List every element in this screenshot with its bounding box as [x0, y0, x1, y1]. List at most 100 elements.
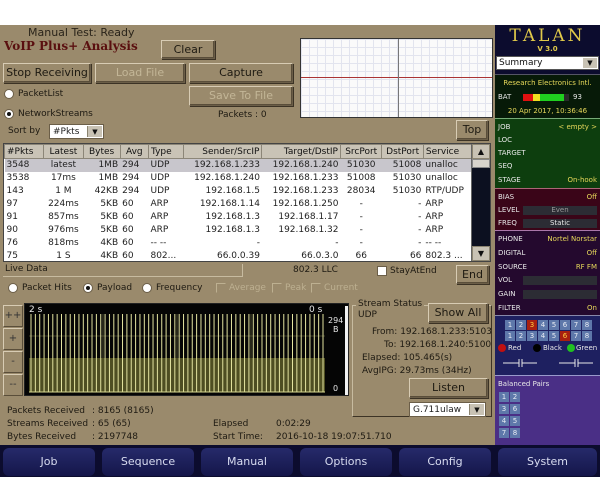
table-row[interactable]: 75 1 S 4KB 60 802... 66.0.0.39 66.0.3.0 66 66 802… — [5, 250, 472, 261]
cell-bytes: 5KB — [100, 212, 119, 222]
peak-checkbox[interactable]: Peak — [272, 283, 306, 293]
radio-dot — [4, 89, 14, 99]
nav-sequence[interactable]: Sequence — [102, 448, 194, 476]
balanced-pair-pin[interactable]: 1 — [499, 392, 509, 402]
pin-row1-5[interactable]: 5 — [549, 320, 559, 330]
pin-row2-1[interactable]: 1 — [505, 331, 515, 341]
col-dstport[interactable]: DstPort — [381, 144, 424, 159]
mini-graph — [300, 38, 493, 118]
packets-count: Packets : 0 — [218, 110, 267, 120]
clear-button[interactable]: Clear — [161, 40, 215, 59]
stay-at-end-checkbox[interactable]: StayAtEnd — [377, 266, 437, 276]
zoom-in-button[interactable]: + — [3, 328, 23, 350]
pin-row1-1[interactable]: 1 — [505, 320, 515, 330]
pin-row1-3[interactable]: 3 — [527, 320, 537, 330]
pin-row1-2[interactable]: 2 — [516, 320, 526, 330]
show-all-button[interactable]: Show All — [428, 303, 488, 323]
nav-config[interactable]: Config — [399, 448, 491, 476]
codec-select[interactable]: G.711ulaw ▼ — [409, 402, 486, 417]
balanced-pair-pin[interactable]: 3 — [499, 404, 509, 414]
cell-dstport: 66 — [409, 251, 422, 261]
table-row[interactable]: 91 857ms 5KB 60 ARP 192.168.1.3 192.168.1.17 - -… — [5, 211, 472, 224]
col-pkts[interactable]: #Pkts — [4, 144, 45, 159]
pin-row1-8[interactable]: 8 — [582, 320, 592, 330]
average-checkbox[interactable]: Average — [216, 283, 266, 293]
balanced-pair-pin[interactable]: 7 — [499, 428, 509, 438]
cell-service: ARP — [425, 212, 444, 222]
balanced-pair-pin[interactable]: 4 — [499, 416, 509, 426]
pin-row1-4[interactable]: 4 — [538, 320, 548, 330]
col-srcport[interactable]: SrcPort — [339, 144, 383, 159]
balanced-pair-pin[interactable]: 8 — [510, 428, 520, 438]
cell-srcport: 66 — [355, 251, 367, 261]
save-to-file-button[interactable]: Save To File — [189, 86, 293, 106]
pin-row2-4[interactable]: 4 — [538, 331, 548, 341]
pin-row2-7[interactable]: 7 — [571, 331, 581, 341]
col-bytes[interactable]: Bytes — [82, 144, 121, 159]
table-scrollbar[interactable]: ▲ ▼ — [471, 144, 490, 261]
cell-srcport: 28034 — [346, 186, 376, 196]
radio-payload[interactable]: Payload — [83, 283, 132, 293]
nav-manual[interactable]: Manual — [201, 448, 293, 476]
radio-label: PacketList — [18, 89, 64, 99]
zoom-out-button[interactable]: - — [3, 351, 23, 373]
table-row[interactable]: 76 818ms 4KB 60 -- -- - - - - -- -- — [5, 237, 472, 250]
main-panel: Manual Test: Ready VoIP Plus+ Analysis C… — [0, 25, 495, 445]
scroll-thumb[interactable] — [472, 159, 490, 168]
radio-label: NetworkStreams — [18, 109, 93, 119]
table-row[interactable]: 143 1 M 42KB 294 UDP 192.168.1.5 192.168.1.233… — [5, 185, 472, 198]
checkbox-box — [311, 283, 321, 293]
radio-packet-hits[interactable]: Packet Hits — [8, 283, 72, 293]
cell-target-dstip: 192.168.1.32 — [278, 225, 339, 235]
pin-row2-8[interactable]: 8 — [582, 331, 592, 341]
balanced-pair-pin[interactable]: 6 — [510, 404, 520, 414]
company-name: Research Electronics Intl. — [503, 79, 592, 87]
current-checkbox[interactable]: Current — [311, 283, 358, 293]
col-sender[interactable]: Sender/SrcIP — [182, 144, 263, 159]
pin-row2-5[interactable]: 5 — [549, 331, 559, 341]
nav-system[interactable]: System — [498, 448, 597, 476]
scroll-down-icon[interactable]: ▼ — [472, 246, 490, 261]
balanced-pair-pin[interactable]: 2 — [510, 392, 520, 402]
load-file-button[interactable]: Load File — [95, 63, 185, 83]
pin-row1-7[interactable]: 7 — [571, 320, 581, 330]
streams-received-label: Streams Received — [7, 419, 89, 429]
scroll-up-icon[interactable]: ▲ — [472, 144, 490, 159]
radio-networkstreams[interactable]: NetworkStreams — [4, 109, 93, 119]
cell-latest: 818ms — [48, 238, 79, 248]
cell-target-dstip: 192.168.1.233 — [272, 186, 339, 196]
pin-row2-6[interactable]: 6 — [560, 331, 570, 341]
cell-target-dstip: 192.168.1.233 — [272, 173, 339, 183]
pin-row2-2[interactable]: 2 — [516, 331, 526, 341]
nav-job[interactable]: Job — [3, 448, 95, 476]
radio-packetlist[interactable]: PacketList — [4, 89, 63, 99]
radio-frequency[interactable]: Frequency — [142, 283, 203, 293]
view-select[interactable]: Summary ▼ — [496, 56, 599, 70]
col-service[interactable]: Service — [422, 144, 473, 159]
stop-receiving-button[interactable]: Stop Receiving — [3, 63, 91, 83]
cell-dstport: - — [418, 225, 422, 235]
listen-button[interactable]: Listen — [409, 378, 488, 398]
col-type[interactable]: Type — [147, 144, 184, 159]
balanced-pair-pin[interactable]: 5 — [510, 416, 520, 426]
sort-select[interactable]: #Pkts ▼ — [49, 124, 104, 139]
capture-button[interactable]: Capture — [189, 63, 293, 83]
col-latest[interactable]: Latest — [43, 144, 84, 159]
cell-sender-srcip: 192.168.1.5 — [205, 186, 260, 196]
table-row[interactable]: 97 224ms 5KB 60 ARP 192.168.1.14 192.168.1.250… — [5, 198, 472, 211]
zoom-out-fast-button[interactable]: -- — [3, 374, 23, 396]
cell-service: unalloc — [423, 158, 472, 172]
end-button[interactable]: End — [456, 265, 489, 284]
col-avg[interactable]: Avg — [119, 144, 149, 159]
table-row[interactable]: 90 976ms 5KB 60 ARP 192.168.1.3 192.168.1.32 - -… — [5, 224, 472, 237]
col-target[interactable]: Target/DstIP — [261, 144, 341, 159]
top-button[interactable]: Top — [456, 120, 488, 140]
table-row[interactable]: 3538 17ms 1MB 294 UDP 192.168.1.240 192.168.1.… — [5, 172, 472, 185]
version-text: V 3.0 — [537, 45, 558, 53]
cell-pkts: 97 — [6, 199, 18, 209]
nav-options[interactable]: Options — [300, 448, 392, 476]
zoom-in-fast-button[interactable]: ++ — [3, 305, 23, 327]
pin-row1-6[interactable]: 6 — [560, 320, 570, 330]
pin-row2-3[interactable]: 3 — [527, 331, 537, 341]
table-row[interactable]: 3548 latest 1MB 294 UDP 192.168.1.233 192.168.… — [4, 158, 472, 172]
